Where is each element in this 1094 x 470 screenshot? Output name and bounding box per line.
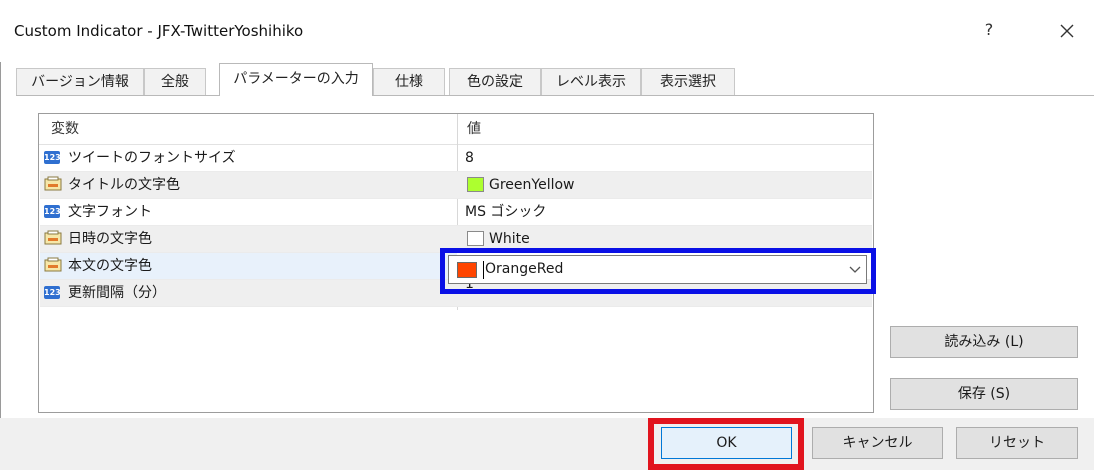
column-header-value[interactable]: 値 <box>459 114 873 144</box>
color-type-icon <box>44 257 62 272</box>
number-type-icon: 123 <box>44 151 61 164</box>
tab-specification[interactable]: 仕様 <box>373 68 445 95</box>
parameter-name: 本文の文字色 <box>68 258 152 274</box>
parameter-name: 文字フォント <box>68 204 152 220</box>
close-icon <box>1060 24 1074 38</box>
color-swatch <box>467 231 484 246</box>
help-button[interactable]: ? <box>978 18 1000 42</box>
color-type-icon <box>44 176 62 191</box>
row-name-cell: 123 更新間隔（分） <box>40 280 457 306</box>
parameter-name: タイトルの文字色 <box>68 177 180 193</box>
number-type-icon: 123 <box>44 286 61 299</box>
row-value-cell[interactable]: GreenYellow <box>460 172 870 198</box>
tab-version-info[interactable]: バージョン情報 <box>16 68 144 95</box>
title-bar: Custom Indicator - JFX-TwitterYoshihiko … <box>0 0 1094 62</box>
window-title: Custom Indicator - JFX-TwitterYoshihiko <box>14 22 304 40</box>
row-name-cell: タイトルの文字色 <box>40 172 457 198</box>
window-left-edge <box>0 0 1 470</box>
row-name-cell: 123 ツイートのフォントサイズ <box>40 145 457 171</box>
parameter-value: MS ゴシック <box>465 204 547 220</box>
table-row[interactable]: 123 文字フォント MS ゴシック <box>40 199 872 226</box>
cancel-button[interactable]: キャンセル <box>812 427 943 459</box>
parameter-value: GreenYellow <box>489 177 575 193</box>
row-name-cell: 123 文字フォント <box>40 199 457 225</box>
editor-highlight-frame <box>440 248 876 294</box>
row-value-cell[interactable]: 8 <box>460 145 870 171</box>
color-type-icon <box>44 230 62 245</box>
column-header-variable[interactable]: 変数 <box>39 114 457 144</box>
load-button[interactable]: 読み込み (L) <box>890 326 1078 358</box>
number-type-icon: 123 <box>44 205 61 218</box>
parameter-name: 更新間隔（分） <box>68 285 166 301</box>
reset-button[interactable]: リセット <box>956 427 1078 459</box>
close-button[interactable] <box>1052 16 1082 46</box>
table-row[interactable]: タイトルの文字色 GreenYellow <box>40 172 872 199</box>
parameter-name: ツイートのフォントサイズ <box>68 150 236 166</box>
table-row[interactable]: 123 ツイートのフォントサイズ 8 <box>40 145 872 172</box>
parameter-value: 8 <box>465 150 474 166</box>
row-name-cell: 日時の文字色 <box>40 226 457 252</box>
parameter-name: 日時の文字色 <box>68 231 152 247</box>
row-name-cell: 本文の文字色 <box>40 253 457 279</box>
row-value-cell[interactable]: MS ゴシック <box>460 199 870 225</box>
save-button[interactable]: 保存 (S) <box>890 378 1078 410</box>
tab-display-selection[interactable]: 表示選択 <box>641 68 735 95</box>
tab-parameters[interactable]: パラメーターの入力 <box>219 63 373 96</box>
tab-general[interactable]: 全般 <box>144 68 206 95</box>
tab-level-display[interactable]: レベル表示 <box>541 68 641 95</box>
tab-color-settings[interactable]: 色の設定 <box>449 68 541 95</box>
color-swatch <box>467 177 484 192</box>
ok-highlight-frame <box>648 418 804 470</box>
